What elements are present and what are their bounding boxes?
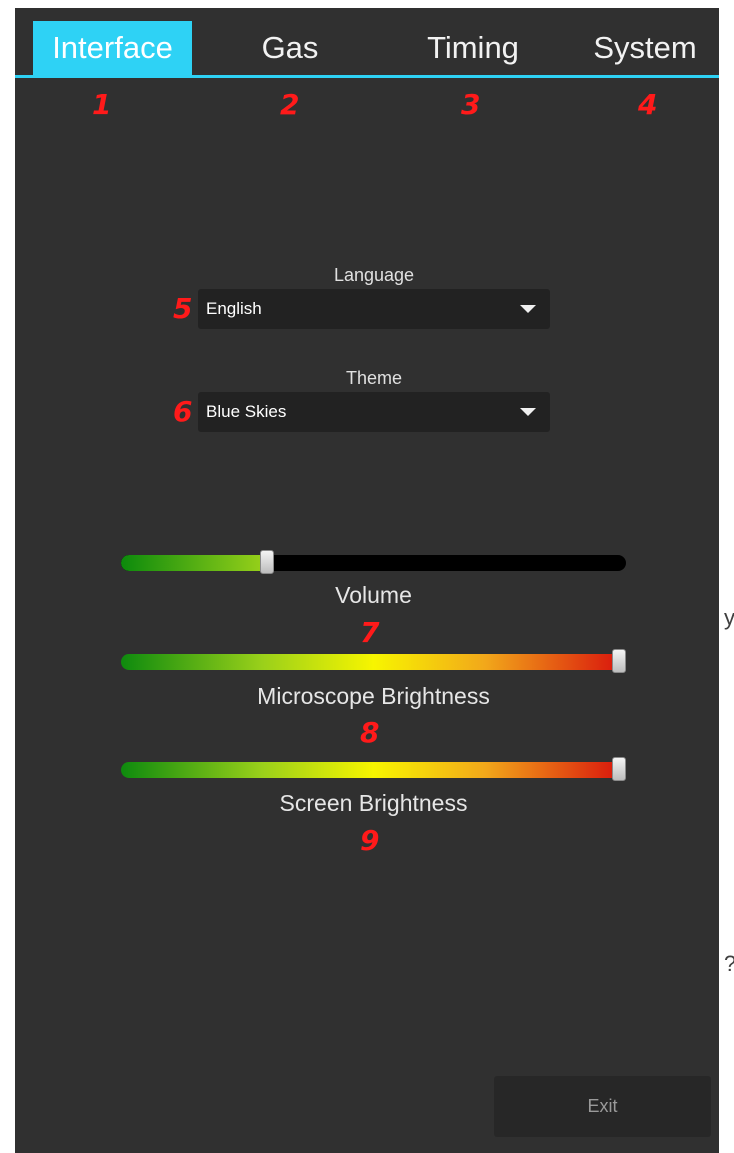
marker-3: 3 [461,88,481,121]
marker-8: 8 [360,716,380,749]
theme-label: Theme [345,368,403,388]
microscope-brightness-label: Microscope Brightness [257,683,490,709]
edge-glyph-question: ? [724,952,734,976]
marker-4: 4 [638,88,658,121]
microscope-brightness-slider[interactable] [121,649,626,675]
screen-brightness-slider[interactable] [121,757,626,783]
volume-slider-thumb[interactable] [260,550,275,574]
volume-track [121,555,626,571]
language-value: English [206,299,262,318]
marker-9: 9 [360,824,380,857]
volume-label: Volume [335,582,412,608]
screen-brightness-label: Screen Brightness [279,790,468,816]
theme-value: Blue Skies [206,402,287,421]
microscope-brightness-track [121,654,626,670]
chevron-down-icon [520,408,536,416]
tab-timing[interactable]: Timing [393,21,553,75]
chevron-down-icon [520,305,536,313]
volume-fill [121,555,268,571]
tab-gas[interactable]: Gas [220,21,360,75]
screen-brightness-slider-thumb[interactable] [612,757,626,781]
marker-6: 6 [173,395,193,428]
edge-glyph-y: y [724,605,734,630]
tab-interface[interactable]: Interface [33,21,192,75]
marker-2: 2 [280,88,300,121]
marker-7: 7 [360,616,380,649]
screen-brightness-track [121,762,626,778]
tab-underline [15,75,719,78]
language-dropdown[interactable]: English [198,289,550,329]
theme-dropdown[interactable]: Blue Skies [198,392,550,432]
tab-system[interactable]: System [575,21,715,75]
settings-panel: Interface Gas Timing System 1 2 3 4 Lang… [15,8,719,1153]
volume-slider[interactable] [121,550,626,576]
marker-5: 5 [173,292,193,325]
exit-button[interactable]: Exit [494,1076,711,1137]
marker-1: 1 [92,88,112,121]
language-label: Language [333,265,415,285]
microscope-brightness-slider-thumb[interactable] [612,649,626,673]
